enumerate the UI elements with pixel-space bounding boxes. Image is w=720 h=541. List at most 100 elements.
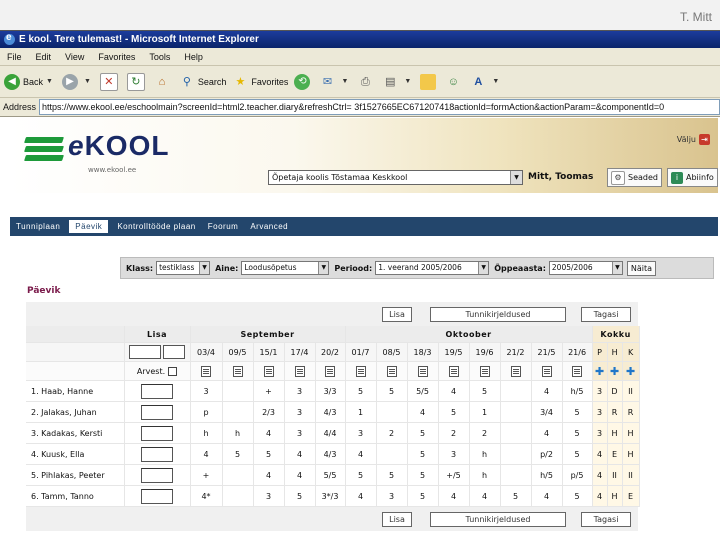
grade-cell[interactable]: p/5: [562, 464, 593, 486]
lesson-note-icon[interactable]: [510, 365, 521, 377]
school-year-select[interactable]: 2005/2006 ▼: [548, 261, 623, 275]
history-button[interactable]: ⟲: [294, 73, 313, 90]
total-grade-cell[interactable]: D: [607, 381, 623, 402]
grade-cell[interactable]: h: [469, 464, 501, 486]
address-input[interactable]: https://www.ekool.ee/eschoolmain?screenI…: [39, 99, 720, 115]
grade-cell[interactable]: +: [253, 381, 285, 402]
new-date-input[interactable]: [128, 345, 161, 359]
date-col[interactable]: 09/5: [222, 342, 254, 362]
menu-help[interactable]: Help: [184, 52, 203, 62]
school-role-select[interactable]: Õpetaja koolis Tõstamaa Keskkool ▼: [268, 170, 523, 185]
back-button[interactable]: ◀ Back ▼: [4, 73, 56, 90]
grade-cell[interactable]: 5: [407, 485, 439, 507]
grade-cell[interactable]: 3: [253, 485, 285, 507]
grade-cell[interactable]: 4: [190, 443, 223, 465]
total-grade-cell[interactable]: H: [607, 422, 623, 444]
grade-cell[interactable]: 4: [345, 485, 377, 507]
grade-cell[interactable]: h/5: [531, 464, 563, 486]
grade-cell[interactable]: 3: [284, 422, 316, 444]
grade-cell[interactable]: 5/5: [407, 381, 439, 402]
grade-cell[interactable]: 1: [345, 401, 377, 423]
nav-kontrolltoode-plaan[interactable]: Kontrolltööde plaan: [111, 222, 201, 231]
grade-cell[interactable]: [500, 443, 532, 465]
total-grade-cell[interactable]: R: [607, 401, 623, 423]
settings-button[interactable]: ⚙ Seaded: [607, 168, 662, 187]
period-select[interactable]: 1. veerand 2005/2006 ▼: [375, 261, 490, 275]
back-button-page[interactable]: Tagasi: [581, 307, 631, 322]
new-grade-input[interactable]: [141, 383, 173, 399]
grade-cell[interactable]: 5: [407, 443, 439, 465]
grade-cell[interactable]: [376, 443, 408, 465]
total-grade-cell[interactable]: R: [622, 401, 640, 423]
help-button[interactable]: i Abiinfo: [667, 168, 718, 187]
home-button[interactable]: ⌂: [154, 74, 173, 90]
grade-cell[interactable]: 3: [190, 381, 223, 402]
date-col[interactable]: 15/1: [253, 342, 285, 362]
total-grade-cell[interactable]: 3: [592, 401, 608, 423]
date-col[interactable]: 21/6: [562, 342, 593, 362]
menu-edit[interactable]: Edit: [36, 52, 52, 62]
grade-cell[interactable]: 3: [284, 381, 316, 402]
grade-cell[interactable]: 5: [253, 443, 285, 465]
grade-cell[interactable]: [500, 401, 532, 423]
date-col[interactable]: 20/2: [315, 342, 346, 362]
total-grade-cell[interactable]: E: [607, 443, 623, 465]
grade-cell[interactable]: 2/3: [253, 401, 285, 423]
new-grade-input[interactable]: [141, 488, 173, 504]
grade-cell[interactable]: p/2: [531, 443, 563, 465]
grade-cell[interactable]: 5: [469, 381, 501, 402]
grade-cell[interactable]: 4: [531, 422, 563, 444]
new-grade-input[interactable]: [141, 446, 173, 462]
grade-cell[interactable]: 4/3: [315, 443, 346, 465]
date-col[interactable]: 19/5: [438, 342, 470, 362]
total-grade-cell[interactable]: 3: [592, 422, 608, 444]
arvest-checkbox[interactable]: [168, 366, 178, 376]
grade-cell[interactable]: [500, 422, 532, 444]
class-select[interactable]: testiklass ▼: [156, 261, 211, 275]
research-dropdown-icon[interactable]: ▼: [492, 78, 499, 85]
grade-cell[interactable]: 5: [407, 422, 439, 444]
grade-cell[interactable]: [222, 381, 254, 402]
lesson-note-icon[interactable]: [572, 365, 583, 377]
date-col[interactable]: 08/5: [376, 342, 408, 362]
grade-cell[interactable]: 4: [253, 422, 285, 444]
grade-cell[interactable]: h/5: [562, 381, 593, 402]
total-grade-cell[interactable]: 4: [592, 485, 608, 507]
grade-cell[interactable]: 4*: [190, 485, 223, 507]
total-grade-cell[interactable]: II: [622, 464, 640, 486]
new-grade-input[interactable]: [141, 467, 173, 483]
lesson-note-icon[interactable]: [541, 365, 552, 377]
lesson-note-icon[interactable]: [325, 365, 336, 377]
grade-cell[interactable]: 5: [376, 464, 408, 486]
total-grade-cell[interactable]: II: [622, 381, 640, 402]
grade-cell[interactable]: 4: [469, 485, 501, 507]
date-col[interactable]: 21/2: [500, 342, 532, 362]
grade-cell[interactable]: [500, 464, 532, 486]
nav-paevik[interactable]: Päevik: [68, 219, 110, 234]
messenger-button[interactable]: ☺: [445, 74, 464, 90]
grade-cell[interactable]: 4: [253, 464, 285, 486]
lesson-note-icon[interactable]: [263, 365, 274, 377]
research-button[interactable]: A ▼: [470, 74, 502, 90]
lesson-note-icon[interactable]: [386, 365, 397, 377]
menu-tools[interactable]: Tools: [149, 52, 170, 62]
total-grade-cell[interactable]: 4: [592, 464, 608, 486]
menu-view[interactable]: View: [65, 52, 84, 62]
print-button[interactable]: ⎙: [357, 74, 376, 90]
show-button[interactable]: Näita: [626, 260, 657, 276]
forward-button[interactable]: ▶ ▼: [61, 73, 94, 90]
grade-cell[interactable]: 5: [562, 485, 593, 507]
grade-cell[interactable]: 5: [407, 464, 439, 486]
date-col[interactable]: 19/6: [469, 342, 501, 362]
search-button[interactable]: ⚲ Search: [179, 74, 227, 90]
total-grade-cell[interactable]: H: [607, 485, 623, 507]
date-col[interactable]: 03/4: [190, 342, 223, 362]
grade-cell[interactable]: 3: [345, 422, 377, 444]
ekool-logo[interactable]: eKOOL: [68, 130, 169, 162]
total-grade-cell[interactable]: E: [622, 485, 640, 507]
back-dropdown-icon[interactable]: ▼: [46, 78, 53, 85]
mail-dropdown-icon[interactable]: ▼: [341, 78, 348, 85]
grade-cell[interactable]: [376, 401, 408, 423]
grade-cell[interactable]: 4: [438, 485, 470, 507]
mail-button[interactable]: ✉ ▼: [319, 74, 351, 90]
